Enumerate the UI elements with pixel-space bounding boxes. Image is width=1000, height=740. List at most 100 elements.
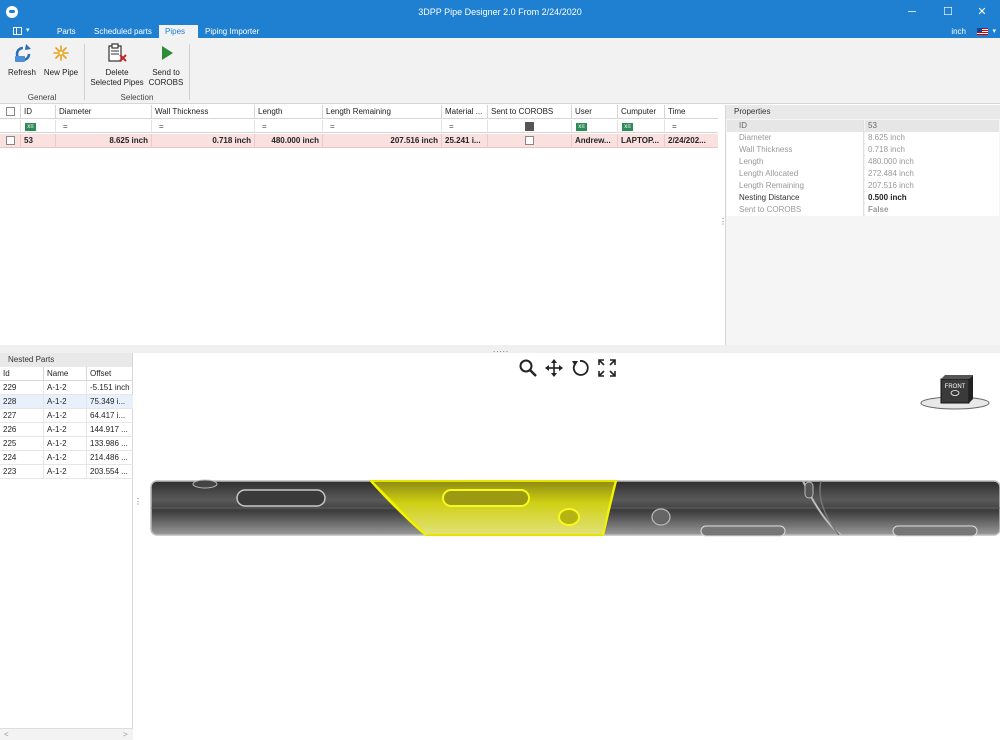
row-select-cell[interactable]	[0, 134, 21, 148]
filter-cell-diameter[interactable]: =	[56, 120, 152, 133]
property-row-diameter[interactable]: Diameter 8.625 inch	[727, 132, 999, 144]
cell-material[interactable]: 25.241 i...	[442, 134, 488, 148]
nested-offset: -5.151 inch	[90, 383, 130, 392]
app-menu-icon[interactable]	[13, 27, 22, 35]
nested-id: 224	[0, 451, 44, 465]
nested-name: A-1-2	[44, 437, 87, 451]
filter-cell-user[interactable]: x≡	[572, 120, 618, 133]
sent-to-corobs-checkbox[interactable]	[525, 136, 534, 145]
list-item[interactable]: 224 A-1-2 214.486 ...	[0, 451, 133, 465]
filter-excel-icon[interactable]: x≡	[622, 122, 633, 131]
property-row-sent-to-corobs[interactable]: Sent to COROBS False	[727, 204, 999, 216]
tab-piping-importer[interactable]: Piping Importer	[199, 25, 265, 38]
nested-parts-title: Nested Parts	[0, 353, 132, 367]
nested-parts-panel: Nested Parts Id Name Offset 229 A-1-2 -5…	[0, 353, 133, 740]
filter-cell-time[interactable]: =	[665, 120, 718, 133]
tab-parts[interactable]: Parts	[51, 25, 82, 38]
column-header-length-remaining[interactable]: Length Remaining	[323, 105, 442, 119]
cell-wall-thickness[interactable]: 0.718 inch	[152, 134, 255, 148]
property-row-length[interactable]: Length 480.000 inch	[727, 156, 999, 168]
chevron-down-icon[interactable]: ▾	[26, 26, 30, 34]
horizontal-splitter[interactable]: .....	[0, 345, 1000, 354]
column-header-sent-to-corobs[interactable]: Sent to COROBS	[488, 105, 572, 119]
column-header-computer[interactable]: Cumputer	[618, 105, 665, 119]
cell-length-remaining[interactable]: 207.516 inch	[323, 134, 442, 148]
zoom-icon[interactable]	[518, 358, 538, 378]
pipes-grid: ID Diameter Wall Thickness Length Length…	[0, 105, 718, 345]
maximize-button[interactable]: ☐	[934, 4, 962, 20]
scroll-left-icon[interactable]: <	[4, 730, 9, 739]
filter-excel-icon[interactable]: x≡	[25, 122, 36, 131]
property-row-length-remaining[interactable]: Length Remaining 207.516 inch	[727, 180, 999, 192]
list-item[interactable]: 229 A-1-2 -5.151 inch	[0, 381, 133, 395]
tab-scheduled-parts[interactable]: Scheduled parts	[88, 25, 158, 38]
view-cube[interactable]: FRONT	[919, 375, 991, 415]
property-value: False	[865, 204, 999, 216]
filter-excel-icon[interactable]: x≡	[576, 122, 587, 131]
cell-diameter[interactable]: 8.625 inch	[56, 134, 152, 148]
list-item[interactable]: 228 A-1-2 75.349 i...	[0, 395, 133, 409]
horizontal-scrollbar[interactable]: < >	[0, 728, 133, 740]
property-row-id[interactable]: ID 53	[727, 120, 999, 132]
property-row-nesting-distance[interactable]: Nesting Distance 0.500 inch	[727, 192, 999, 204]
send-label-line2: COROBS	[148, 78, 184, 87]
filter-cell-length[interactable]: =	[255, 120, 323, 133]
nested-name: A-1-2	[44, 465, 87, 479]
tab-pipes[interactable]: Pipes	[159, 25, 198, 38]
column-header-time[interactable]: Time	[665, 105, 718, 119]
filter-cell-length-remaining[interactable]: =	[323, 120, 442, 133]
cell-user[interactable]: Andrew...	[572, 134, 618, 148]
close-button[interactable]: ✕	[968, 4, 996, 20]
column-header-user[interactable]: User	[572, 105, 618, 119]
filter-indeterminate-checkbox[interactable]	[525, 122, 534, 131]
cell-id[interactable]: 53	[21, 134, 56, 148]
refresh-button[interactable]: Refresh	[4, 42, 40, 78]
scroll-right-icon[interactable]: >	[123, 730, 128, 739]
property-name: Sent to COROBS	[727, 204, 864, 216]
nested-name: A-1-2	[44, 423, 87, 437]
3d-viewport[interactable]: FRONT	[141, 353, 1000, 740]
filter-cell-material[interactable]: =	[442, 120, 488, 133]
cell-time[interactable]: 2/24/202...	[665, 134, 718, 148]
cell-computer[interactable]: LAPTOP...	[618, 134, 665, 148]
property-row-wall-thickness[interactable]: Wall Thickness 0.718 inch	[727, 144, 999, 156]
filter-cell-sent-to-corobs[interactable]	[488, 120, 572, 133]
cell-sent-to-corobs[interactable]	[488, 134, 572, 148]
list-item[interactable]: 223 A-1-2 203.554 ...	[0, 465, 133, 479]
column-header-length[interactable]: Length	[255, 105, 323, 119]
select-all-cell[interactable]	[0, 105, 21, 119]
cell-length[interactable]: 480.000 inch	[255, 134, 323, 148]
pan-icon[interactable]	[544, 358, 564, 378]
new-pipe-button[interactable]: New Pipe	[43, 42, 79, 78]
select-all-checkbox[interactable]	[6, 107, 15, 116]
column-header-material[interactable]: Material ...	[442, 105, 488, 119]
rotate-icon[interactable]	[570, 358, 590, 378]
property-row-length-allocated[interactable]: Length Allocated 272.484 inch	[727, 168, 999, 180]
us-flag-icon[interactable]	[977, 28, 988, 35]
nesting-distance-input[interactable]: 0.500 inch	[865, 192, 999, 204]
column-header-diameter[interactable]: Diameter	[56, 105, 152, 119]
pipe-3d-model[interactable]	[141, 453, 1000, 563]
chevron-down-icon[interactable]: ▾	[992, 27, 996, 35]
list-item[interactable]: 225 A-1-2 133.986 ...	[0, 437, 133, 451]
vertical-splitter[interactable]: ⋮	[719, 218, 727, 226]
property-name: Wall Thickness	[727, 144, 864, 156]
column-header-nested-name[interactable]: Name	[44, 367, 87, 381]
filter-cell-id[interactable]: x≡	[21, 120, 56, 133]
column-header-nested-offset[interactable]: Offset	[87, 367, 133, 381]
column-header-wall-thickness[interactable]: Wall Thickness	[152, 105, 255, 119]
list-item[interactable]: 226 A-1-2 144.917 ...	[0, 423, 133, 437]
delete-selected-pipes-button[interactable]: Delete Selected Pipes	[90, 42, 144, 88]
unit-selector[interactable]: inch	[951, 27, 966, 36]
table-row[interactable]: 53 8.625 inch 0.718 inch 480.000 inch 20…	[0, 134, 718, 148]
row-checkbox[interactable]	[6, 136, 15, 145]
list-item[interactable]: 227 A-1-2 64.417 i...	[0, 409, 133, 423]
group-separator	[84, 44, 85, 100]
filter-cell-computer[interactable]: x≡	[618, 120, 665, 133]
send-to-corobs-button[interactable]: Send to COROBS	[146, 42, 186, 88]
minimize-button[interactable]: ─	[898, 4, 926, 20]
column-header-id[interactable]: ID	[21, 105, 56, 119]
column-header-nested-id[interactable]: Id	[0, 367, 44, 381]
filter-cell-wall-thickness[interactable]: =	[152, 120, 255, 133]
fit-to-screen-icon[interactable]	[597, 358, 617, 378]
